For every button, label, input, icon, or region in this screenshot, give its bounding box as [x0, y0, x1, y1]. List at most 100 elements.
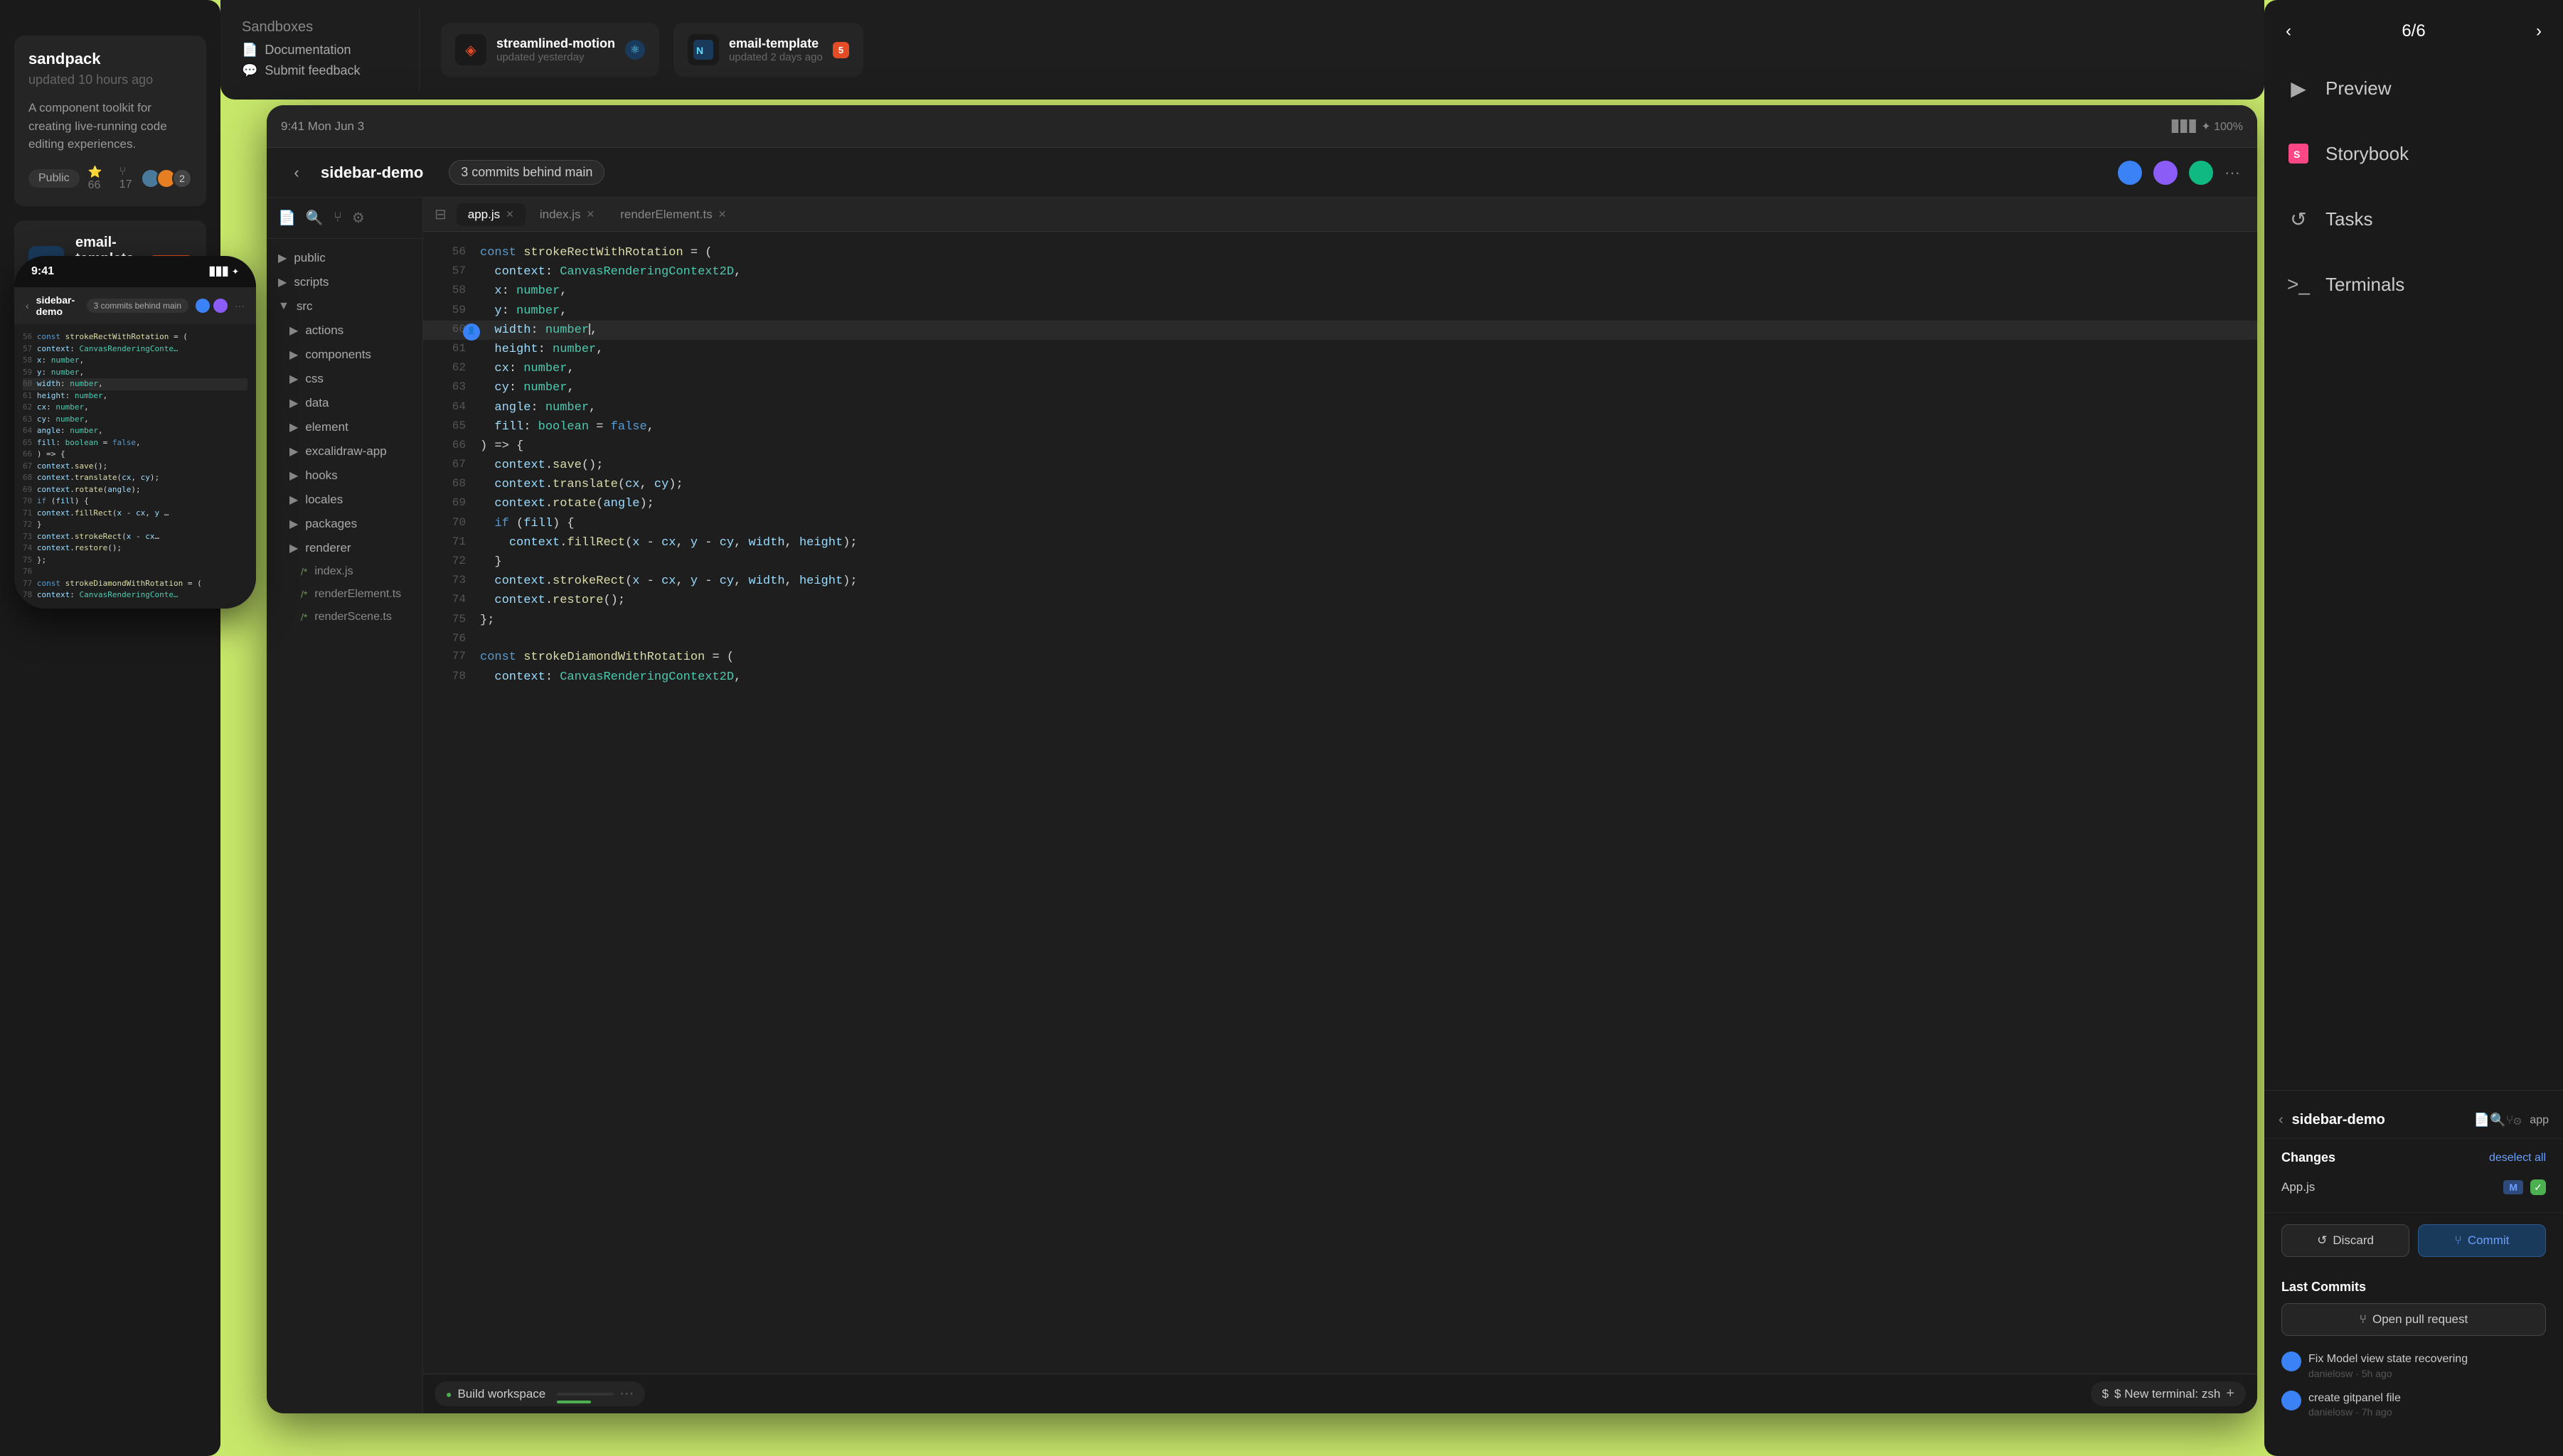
phone-time: 9:41 [31, 265, 54, 278]
email-logo-icon: N [693, 40, 713, 60]
comment-marker: /* [301, 566, 307, 577]
new-terminal-label: $ New terminal: zsh [2114, 1387, 2220, 1401]
phone-more-icon[interactable]: ··· [235, 300, 245, 311]
file-tree-actions[interactable]: ▶ actions [267, 318, 422, 343]
back-button[interactable]: ‹ [284, 160, 309, 186]
nav-forward-icon[interactable]: › [2536, 21, 2542, 41]
file-tree: 📄 🔍 ⑂ ⚙ ▶ public ▶ scripts ▼ src ▶ actio… [267, 198, 423, 1413]
preview-label: Preview [2325, 77, 2391, 100]
preview-icon: ▶ [2286, 75, 2311, 101]
feedback-link[interactable]: 💬 Submit feedback [242, 60, 398, 81]
code-line-76: 76 [423, 630, 2257, 648]
tab-close-appjs[interactable]: ✕ [506, 208, 514, 220]
code-line-74: 74 context.restore(); [423, 591, 2257, 610]
code-content[interactable]: 56 const strokeRectWithRotation = ( 57 c… [423, 232, 2257, 1374]
tab-appjs[interactable]: app.js ✕ [457, 203, 526, 226]
nav-back-icon[interactable]: ‹ [2286, 21, 2291, 41]
file-tree-css[interactable]: ▶ css [267, 367, 422, 391]
git-subpanel: ‹ sidebar-demo 📄🔍⑂⚙ app Changes deselect… [2264, 1090, 2563, 1435]
folder-icon: ▶ [289, 517, 298, 531]
phone-code-line-18: 73 context.strokeRect(x - cx… [23, 531, 247, 543]
folder-icon: ▶ [278, 251, 287, 265]
file-tree-data[interactable]: ▶ data [267, 391, 422, 415]
change-checkbox[interactable]: ✓ [2530, 1179, 2546, 1195]
sandpack-card[interactable]: sandpack updated 10 hours ago A componen… [14, 36, 206, 206]
tab-renderelement[interactable]: renderElement.ts ✕ [609, 203, 737, 226]
sandbox-card-streamlined[interactable]: ◈ streamlined-motion updated yesterday ⚛ [441, 23, 659, 77]
tab-close-renderelement[interactable]: ✕ [718, 208, 727, 220]
file-tree-renderscene[interactable]: /* renderScene.ts [267, 606, 422, 628]
sidebar-item-storybook[interactable]: S Storybook [2264, 121, 2563, 186]
git-icon[interactable]: ⑂ [334, 210, 342, 226]
phone-code-line-14: 69 context.rotate(angle); [23, 484, 247, 496]
file-tree-excalidraw[interactable]: ▶ excalidraw-app [267, 439, 422, 464]
storybook-icon: S [2286, 141, 2311, 166]
commit-message-0: Fix Model view state recovering [2308, 1351, 2546, 1367]
code-line-62: 62 cx: number, [423, 359, 2257, 378]
editor-header-right: ··· [2118, 161, 2240, 185]
deselect-all-button[interactable]: deselect all [2489, 1152, 2546, 1165]
file-tree-components[interactable]: ▶ components [267, 343, 422, 367]
comment-marker: /* [301, 611, 307, 623]
sidebar-item-preview[interactable]: ▶ Preview [2264, 55, 2563, 121]
file-tree-locales[interactable]: ▶ locales [267, 488, 422, 512]
documentation-link[interactable]: 📄 Documentation [242, 40, 398, 60]
more-options-button[interactable]: ··· [2224, 164, 2240, 182]
terminal-more-icon[interactable]: ··· [619, 1386, 634, 1402]
new-terminal-tab[interactable]: $ $ New terminal: zsh + [2091, 1381, 2246, 1406]
sidebar-item-tasks[interactable]: ↺ Tasks [2264, 186, 2563, 252]
commit-button[interactable]: ⑂ Commit [2418, 1224, 2546, 1257]
sandpack-description: A component toolkit for creating live-ru… [28, 99, 192, 154]
file-tree-indexjs[interactable]: /* index.js [267, 560, 422, 583]
file-tree-hooks[interactable]: ▶ hooks [267, 464, 422, 488]
code-line-70: 70 if (fill) { [423, 514, 2257, 533]
commit-avatar-1 [2281, 1391, 2301, 1410]
folder-icon: ▶ [289, 444, 298, 459]
sidebar-toggle-icon[interactable]: ⊟ [435, 205, 447, 223]
file-tree-public[interactable]: ▶ public [267, 246, 422, 270]
diff-back-button[interactable]: ‹ [2279, 1112, 2284, 1128]
folder-icon: ▶ [289, 541, 298, 555]
code-line-73: 73 context.strokeRect(x - cx, y - cy, wi… [423, 572, 2257, 591]
phone-code-line-15: 70 if (fill) { [23, 496, 247, 508]
doc-icon: 📄 [242, 43, 257, 58]
search-icon[interactable]: 🔍 [306, 209, 324, 227]
file-tree-packages[interactable]: ▶ packages [267, 512, 422, 536]
sidebar-item-terminals[interactable]: >_ Terminals [2264, 252, 2563, 317]
folder-icon: ▼ [278, 300, 289, 313]
feedback-icon: 💬 [242, 63, 257, 78]
terminals-icon: >_ [2286, 272, 2311, 297]
sandbox-name-email: email-template [729, 36, 823, 51]
tab-indexjs[interactable]: index.js ✕ [528, 203, 606, 226]
commit-entry-0: Fix Model view state recovering danielos… [2281, 1346, 2546, 1384]
phone-code-line-5: 60 width: number, [23, 378, 247, 390]
code-line-59: 59 y: number, [423, 301, 2257, 321]
commit-info-0: Fix Model view state recovering danielos… [2308, 1351, 2546, 1379]
file-tree-src[interactable]: ▼ src [267, 294, 422, 318]
sandbox-logo-streamlined: ◈ [455, 34, 486, 65]
code-line-64: 64 angle: number, [423, 398, 2257, 417]
open-pull-request-button[interactable]: ⑂ Open pull request [2281, 1303, 2546, 1336]
sandboxes-title: Sandboxes [242, 19, 398, 36]
terminal-add-icon[interactable]: + [2226, 1386, 2234, 1402]
file-tree-renderelement[interactable]: /* renderElement.ts [267, 583, 422, 606]
phone-code-line-16: 71 context.fillRect(x - cx, y … [23, 508, 247, 520]
editor-time: 9:41 Mon Jun 3 [281, 119, 364, 134]
file-icon[interactable]: 📄 [278, 209, 296, 227]
file-tree-renderer[interactable]: ▶ renderer [267, 536, 422, 560]
tab-close-indexjs[interactable]: ✕ [587, 208, 595, 220]
file-tree-scripts[interactable]: ▶ scripts [267, 270, 422, 294]
settings-icon[interactable]: ⚙ [352, 209, 365, 227]
discard-button[interactable]: ↺ Discard [2281, 1224, 2409, 1257]
editor-main: 📄 🔍 ⑂ ⚙ ▶ public ▶ scripts ▼ src ▶ actio… [267, 198, 2257, 1413]
collaborator-avatar-1 [2118, 161, 2142, 185]
file-tree-element[interactable]: ▶ element [267, 415, 422, 439]
phone-back-icon[interactable]: ‹ [26, 300, 29, 311]
tasks-icon: ↺ [2286, 206, 2311, 232]
right-panel: ‹ 6/6 › ▶ Preview S Storybook ↺ Tasks >_… [2264, 0, 2563, 1456]
code-line-66: 66 ) => { [423, 437, 2257, 456]
phone-code-line-3: 58 x: number, [23, 355, 247, 367]
build-workspace-tab[interactable]: ● Build workspace ··· [435, 1381, 645, 1406]
folder-icon: ▶ [289, 396, 298, 410]
sandbox-card-email[interactable]: N email-template updated 2 days ago 5 [673, 23, 863, 77]
